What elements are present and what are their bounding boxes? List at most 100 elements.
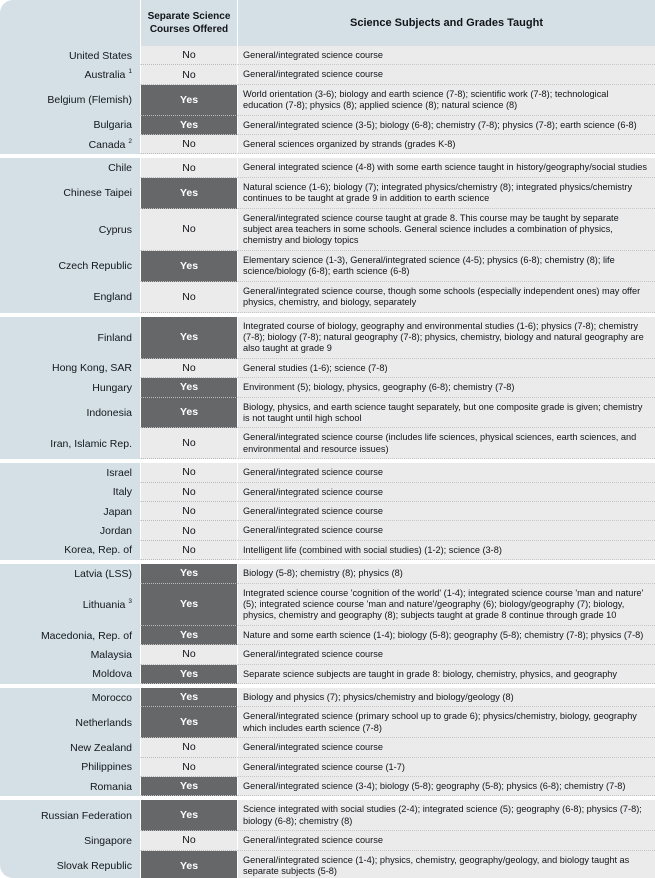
country-name-cell: New Zealand: [0, 738, 140, 758]
country-label: Japan: [103, 505, 132, 518]
table-row: United States No General/integrated scienc…: [0, 46, 655, 66]
science-subjects-description: General studies (1-6); science (7-8): [238, 358, 655, 379]
country-name-cell: Slovak Republic: [0, 850, 140, 878]
country-name-cell: Lithuania 3: [0, 583, 140, 626]
table-row: New Zealand No General/integrated science …: [0, 738, 655, 758]
country-group: Morocco Yes Biology and physics (7); physi…: [0, 684, 655, 797]
separate-courses-no-value: No: [140, 521, 238, 541]
table-row: Russian Federation Yes Science integrated …: [0, 800, 655, 832]
country-label: Romania: [89, 780, 132, 793]
country-group: Israel No General/integrated science cours…: [0, 459, 655, 561]
science-subjects-description: General/integrated science course: [238, 46, 655, 66]
science-subjects-description: Separate science subjects are taught in …: [238, 664, 655, 685]
science-subjects-description: General/integrated science course taught…: [238, 208, 655, 251]
science-subjects-description: World orientation (3-6); biology and ear…: [238, 84, 655, 116]
table-body: United States No General/integrated scienc…: [0, 46, 655, 878]
country-name-cell: Czech Republic: [0, 250, 140, 282]
table-row: Australia 1 No General/integrated science c…: [0, 65, 655, 85]
science-subjects-description: General/integrated science (3-5); biolog…: [238, 115, 655, 136]
country-group: Latvia (LSS) Yes Biology (5-8); chemistry …: [0, 560, 655, 685]
country-name-cell: Indonesia: [0, 397, 140, 429]
table-row: Moldova Yes Separate science subjects are …: [0, 664, 655, 685]
table-row: Chinese Taipei Yes Natural science (1-6); …: [0, 177, 655, 209]
country-label: Singapore: [84, 834, 132, 847]
country-label: New Zealand: [70, 741, 132, 754]
country-label: Philippines: [81, 761, 132, 774]
country-name-cell: Morocco: [0, 688, 140, 708]
country-name-cell: Canada 2: [0, 135, 140, 155]
country-name-cell: Iran, Islamic Rep.: [0, 428, 140, 460]
science-subjects-description: General/integrated science (3-4); biolog…: [238, 777, 655, 797]
separate-courses-yes-badge: Yes: [140, 84, 238, 116]
table-row: Iran, Islamic Rep. No General/integrated s…: [0, 428, 655, 460]
header-separate-line-1: Separate Science: [147, 11, 231, 22]
science-subjects-description: Environment (5); biology, physics, geogr…: [238, 378, 655, 398]
country-name-cell: Italy: [0, 482, 140, 502]
country-name-cell: Singapore: [0, 831, 140, 851]
separate-courses-no-value: No: [140, 46, 238, 66]
country-name-cell: Jordan: [0, 521, 140, 541]
country-label: Malaysia: [90, 648, 132, 661]
country-label: Hungary: [92, 381, 132, 394]
separate-courses-yes-badge: Yes: [140, 800, 238, 832]
country-name-cell: Korea, Rep. of: [0, 540, 140, 561]
science-subjects-description: Elementary science (1-3), General/integr…: [238, 250, 655, 282]
table-row: Finland Yes Integrated course of biology, …: [0, 316, 655, 359]
science-subjects-description: General/integrated science course (inclu…: [238, 428, 655, 460]
header-country-column: [0, 0, 140, 46]
country-group: Finland Yes Integrated course of biology, …: [0, 312, 655, 460]
table-row: Israel No General/integrated science cours…: [0, 463, 655, 483]
table-row: Japan No General/integrated science course: [0, 501, 655, 522]
separate-courses-yes-badge: Yes: [140, 250, 238, 282]
science-subjects-description: General/integrated science course: [238, 65, 655, 85]
science-subjects-description: Integrated science course 'cognition of …: [238, 583, 655, 626]
country-name-cell: Malaysia: [0, 645, 140, 665]
separate-courses-no-value: No: [140, 428, 238, 460]
separate-courses-yes-badge: Yes: [140, 777, 238, 797]
separate-courses-no-value: No: [140, 135, 238, 155]
science-subjects-description: General sciences organized by strands (g…: [238, 135, 655, 155]
country-name-cell: Hong Kong, SAR: [0, 358, 140, 379]
country-name-cell: Russian Federation: [0, 800, 140, 832]
science-subjects-description: Intelligent life (combined with social s…: [238, 540, 655, 561]
science-subjects-description: General/integrated science course: [238, 463, 655, 483]
country-label: Latvia (LSS): [74, 567, 132, 580]
table-row: Morocco Yes Biology and physics (7); physi…: [0, 688, 655, 708]
separate-courses-no-value: No: [140, 738, 238, 758]
separate-courses-yes-badge: Yes: [140, 583, 238, 626]
table-row: Korea, Rep. of No Intelligent life (combin…: [0, 540, 655, 561]
separate-courses-yes-badge: Yes: [140, 177, 238, 209]
footnote-marker: 3: [128, 597, 132, 605]
separate-courses-no-value: No: [140, 158, 238, 178]
science-subjects-description: General/integrated science course: [238, 482, 655, 502]
country-name-cell: Latvia (LSS): [0, 564, 140, 584]
science-subjects-description: Biology (5-8); chemistry (8); physics (8…: [238, 564, 655, 584]
country-name-cell: Belgium (Flemish): [0, 84, 140, 116]
separate-courses-no-value: No: [140, 645, 238, 665]
country-name-cell: Cyprus: [0, 208, 140, 251]
table-row: Philippines No General/integrated science …: [0, 757, 655, 778]
country-name-cell: Finland: [0, 316, 140, 359]
separate-courses-no-value: No: [140, 831, 238, 851]
country-label: Bulgaria: [93, 119, 132, 132]
country-label: Chile: [108, 162, 132, 175]
country-name-cell: Netherlands: [0, 707, 140, 739]
separate-courses-no-value: No: [140, 757, 238, 778]
country-label: Netherlands: [75, 716, 132, 729]
country-name-cell: Hungary: [0, 378, 140, 398]
country-label: Cyprus: [98, 223, 132, 236]
country-label: Canada: [88, 138, 126, 151]
separate-courses-yes-badge: Yes: [140, 664, 238, 685]
table-row: Italy No General/integrated science course: [0, 482, 655, 502]
country-name-cell: Chinese Taipei: [0, 177, 140, 209]
table-row: Jordan No General/integrated science cours…: [0, 521, 655, 541]
science-subjects-description: Biology and physics (7); physics/chemist…: [238, 688, 655, 708]
country-name-cell: Chile: [0, 158, 140, 178]
country-label: Morocco: [91, 691, 132, 704]
table-row: England No General/integrated science cour…: [0, 281, 655, 313]
table-row: Latvia (LSS) Yes Biology (5-8); chemistry …: [0, 564, 655, 584]
country-label: Israel: [106, 466, 132, 479]
country-name-cell: United States: [0, 46, 140, 66]
science-subjects-description: General/integrated science course: [238, 521, 655, 541]
separate-courses-no-value: No: [140, 281, 238, 313]
